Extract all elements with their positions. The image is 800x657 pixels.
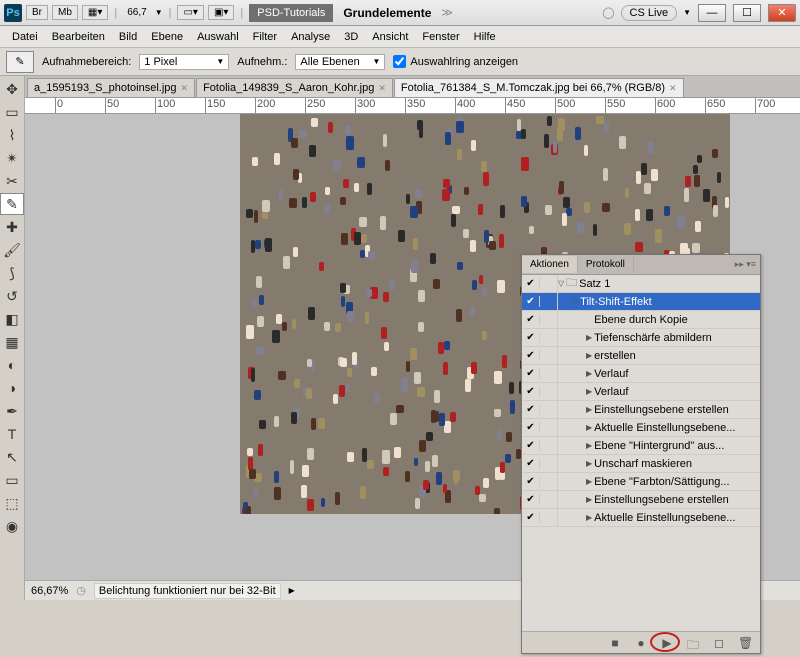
- menu-bar: Datei Bearbeiten Bild Ebene Auswahl Filt…: [0, 26, 800, 48]
- sample-range-select[interactable]: 1 Pixel▼: [139, 54, 229, 70]
- close-icon[interactable]: ✕: [181, 83, 189, 94]
- panel-tab-protokoll[interactable]: Protokoll: [578, 256, 634, 273]
- 3d-camera-tool[interactable]: ◉: [0, 515, 24, 537]
- zoom-readout[interactable]: 66,67%: [31, 585, 68, 597]
- action-row[interactable]: ✔▽🗀Satz 1: [522, 275, 760, 293]
- menu-ansicht[interactable]: Ansicht: [372, 31, 408, 43]
- ruler-horizontal: 0501001502002503003504004505005506006507…: [25, 98, 800, 114]
- brush-tool[interactable]: 🖌: [0, 239, 24, 261]
- menu-bearbeiten[interactable]: Bearbeiten: [52, 31, 105, 43]
- menu-auswahl[interactable]: Auswahl: [197, 31, 239, 43]
- action-row[interactable]: ✔▶Verlauf: [522, 365, 760, 383]
- menu-3d[interactable]: 3D: [344, 31, 358, 43]
- stamp-tool[interactable]: ⟆: [0, 262, 24, 284]
- action-row[interactable]: ✔▶Unscharf maskieren: [522, 455, 760, 473]
- minimize-button[interactable]: —: [698, 4, 726, 22]
- dodge-tool[interactable]: ◑: [0, 377, 24, 399]
- cslive-icon: ◯: [602, 6, 614, 19]
- move-tool[interactable]: ✥: [0, 78, 24, 100]
- zoom-dropdown[interactable]: 66,7: [127, 7, 146, 18]
- action-row[interactable]: ✔▶Ebene "Hintergrund" aus...: [522, 437, 760, 455]
- bridge-button[interactable]: Br: [26, 5, 48, 20]
- document-tab[interactable]: Fotolia_761384_S_M.Tomczak.jpg bei 66,7%…: [394, 78, 684, 97]
- eraser-tool[interactable]: ◧: [0, 308, 24, 330]
- status-message: Belichtung funktioniert nur bei 32-Bit: [94, 583, 281, 599]
- lasso-tool[interactable]: ⌇: [0, 124, 24, 146]
- wand-tool[interactable]: ✴: [0, 147, 24, 169]
- pen-tool[interactable]: ✒: [0, 400, 24, 422]
- action-row[interactable]: ✔▶Ebene "Farbton/Sättigung...: [522, 473, 760, 491]
- arrange-button[interactable]: ▭▾: [177, 5, 203, 20]
- minibridge-button[interactable]: Mb: [52, 5, 78, 20]
- workspace-switch[interactable]: PSD-Tutorials: [249, 4, 333, 22]
- 3d-tool[interactable]: ⬚: [0, 492, 24, 514]
- panel-tab-aktionen[interactable]: Aktionen: [522, 256, 578, 273]
- photoshop-logo-icon: Ps: [4, 4, 22, 22]
- action-row[interactable]: ✔▶Einstellungsebene erstellen: [522, 401, 760, 419]
- menu-ebene[interactable]: Ebene: [151, 31, 183, 43]
- menu-bild[interactable]: Bild: [119, 31, 137, 43]
- actions-panel: Aktionen Protokoll ▸▸ ▾≡ ✔▽🗀Satz 1✔▽Tilt…: [521, 254, 761, 654]
- menu-datei[interactable]: Datei: [12, 31, 38, 43]
- action-row[interactable]: ✔▽Tilt-Shift-Effekt: [522, 293, 760, 311]
- new-action-button[interactable]: ◻: [712, 636, 726, 650]
- document-tab[interactable]: Fotolia_149839_S_Aaron_Kohr.jpg✕: [196, 78, 393, 97]
- tools-panel: ✥ ▭ ⌇ ✴ ✂ ✎ ✚ 🖌 ⟆ ↺ ◧ ▦ ◐ ◑ ✒ T ↖ ▭ ⬚ ◉: [0, 76, 25, 600]
- eyedropper-tool[interactable]: ✎: [0, 193, 24, 215]
- crop-tool[interactable]: ✂: [0, 170, 24, 192]
- path-tool[interactable]: ↖: [0, 446, 24, 468]
- history-brush-tool[interactable]: ↺: [0, 285, 24, 307]
- action-row[interactable]: ✔▶Aktuelle Einstellungsebene...: [522, 509, 760, 527]
- menu-fenster[interactable]: Fenster: [422, 31, 459, 43]
- close-button[interactable]: ✕: [768, 4, 796, 22]
- document-tab[interactable]: a_1595193_S_photoinsel.jpg✕: [27, 78, 195, 97]
- panel-menu-button[interactable]: ▸▸ ▾≡: [731, 259, 760, 270]
- eyedropper-icon: ✎: [15, 55, 24, 68]
- actions-list[interactable]: ✔▽🗀Satz 1✔▽Tilt-Shift-Effekt✔▶Ebene durc…: [522, 275, 760, 631]
- actions-footer: ■ ● ▶ 🗀 ◻ 🗑: [522, 631, 760, 653]
- menu-analyse[interactable]: Analyse: [291, 31, 330, 43]
- stop-button[interactable]: ■: [608, 636, 622, 650]
- menu-hilfe[interactable]: Hilfe: [474, 31, 496, 43]
- document-tabs: a_1595193_S_photoinsel.jpg✕ Fotolia_1498…: [25, 76, 800, 98]
- new-set-button[interactable]: 🗀: [686, 636, 700, 650]
- action-row[interactable]: ✔▶erstellen: [522, 347, 760, 365]
- close-icon[interactable]: ✕: [669, 83, 677, 94]
- options-bar: ✎ Aufnahmebereich: 1 Pixel▼ Aufnehm.: Al…: [0, 48, 800, 76]
- cslive-button[interactable]: CS Live: [621, 5, 678, 21]
- workspace-name[interactable]: Grundelemente: [343, 6, 431, 20]
- type-tool[interactable]: T: [0, 423, 24, 445]
- action-row[interactable]: ✔▶Einstellungsebene erstellen: [522, 491, 760, 509]
- sample-range-label: Aufnahmebereich:: [42, 56, 131, 68]
- shape-tool[interactable]: ▭: [0, 469, 24, 491]
- action-row[interactable]: ✔▶Verlauf: [522, 383, 760, 401]
- record-button[interactable]: ●: [634, 636, 648, 650]
- sample-layers-label: Aufnehm.:: [237, 56, 287, 68]
- close-icon[interactable]: ✕: [378, 83, 386, 94]
- delete-button[interactable]: 🗑: [738, 636, 752, 650]
- gradient-tool[interactable]: ▦: [0, 331, 24, 353]
- doc-info-icon[interactable]: ◷: [76, 584, 86, 597]
- menu-filter[interactable]: Filter: [253, 31, 277, 43]
- title-bar: Ps Br Mb ▦▾ | 66,7▼ | ▭▾ ▣▾ | PSD-Tutori…: [0, 0, 800, 26]
- heal-tool[interactable]: ✚: [0, 216, 24, 238]
- sample-layers-select[interactable]: Alle Ebenen▼: [295, 54, 385, 70]
- sampling-ring-checkbox[interactable]: Auswahlring anzeigen: [393, 55, 518, 68]
- view-extras-button[interactable]: ▦▾: [82, 5, 108, 20]
- marquee-tool[interactable]: ▭: [0, 101, 24, 123]
- blur-tool[interactable]: ◐: [0, 354, 24, 376]
- highlight-ring: [650, 632, 680, 652]
- maximize-button[interactable]: ☐: [733, 4, 761, 22]
- action-row[interactable]: ✔▶Tiefenschärfe abmildern: [522, 329, 760, 347]
- tool-preset-button[interactable]: ✎: [6, 51, 34, 73]
- action-row[interactable]: ✔▶Ebene durch Kopie: [522, 311, 760, 329]
- screenmode-button[interactable]: ▣▾: [208, 5, 234, 20]
- action-row[interactable]: ✔▶Aktuelle Einstellungsebene...: [522, 419, 760, 437]
